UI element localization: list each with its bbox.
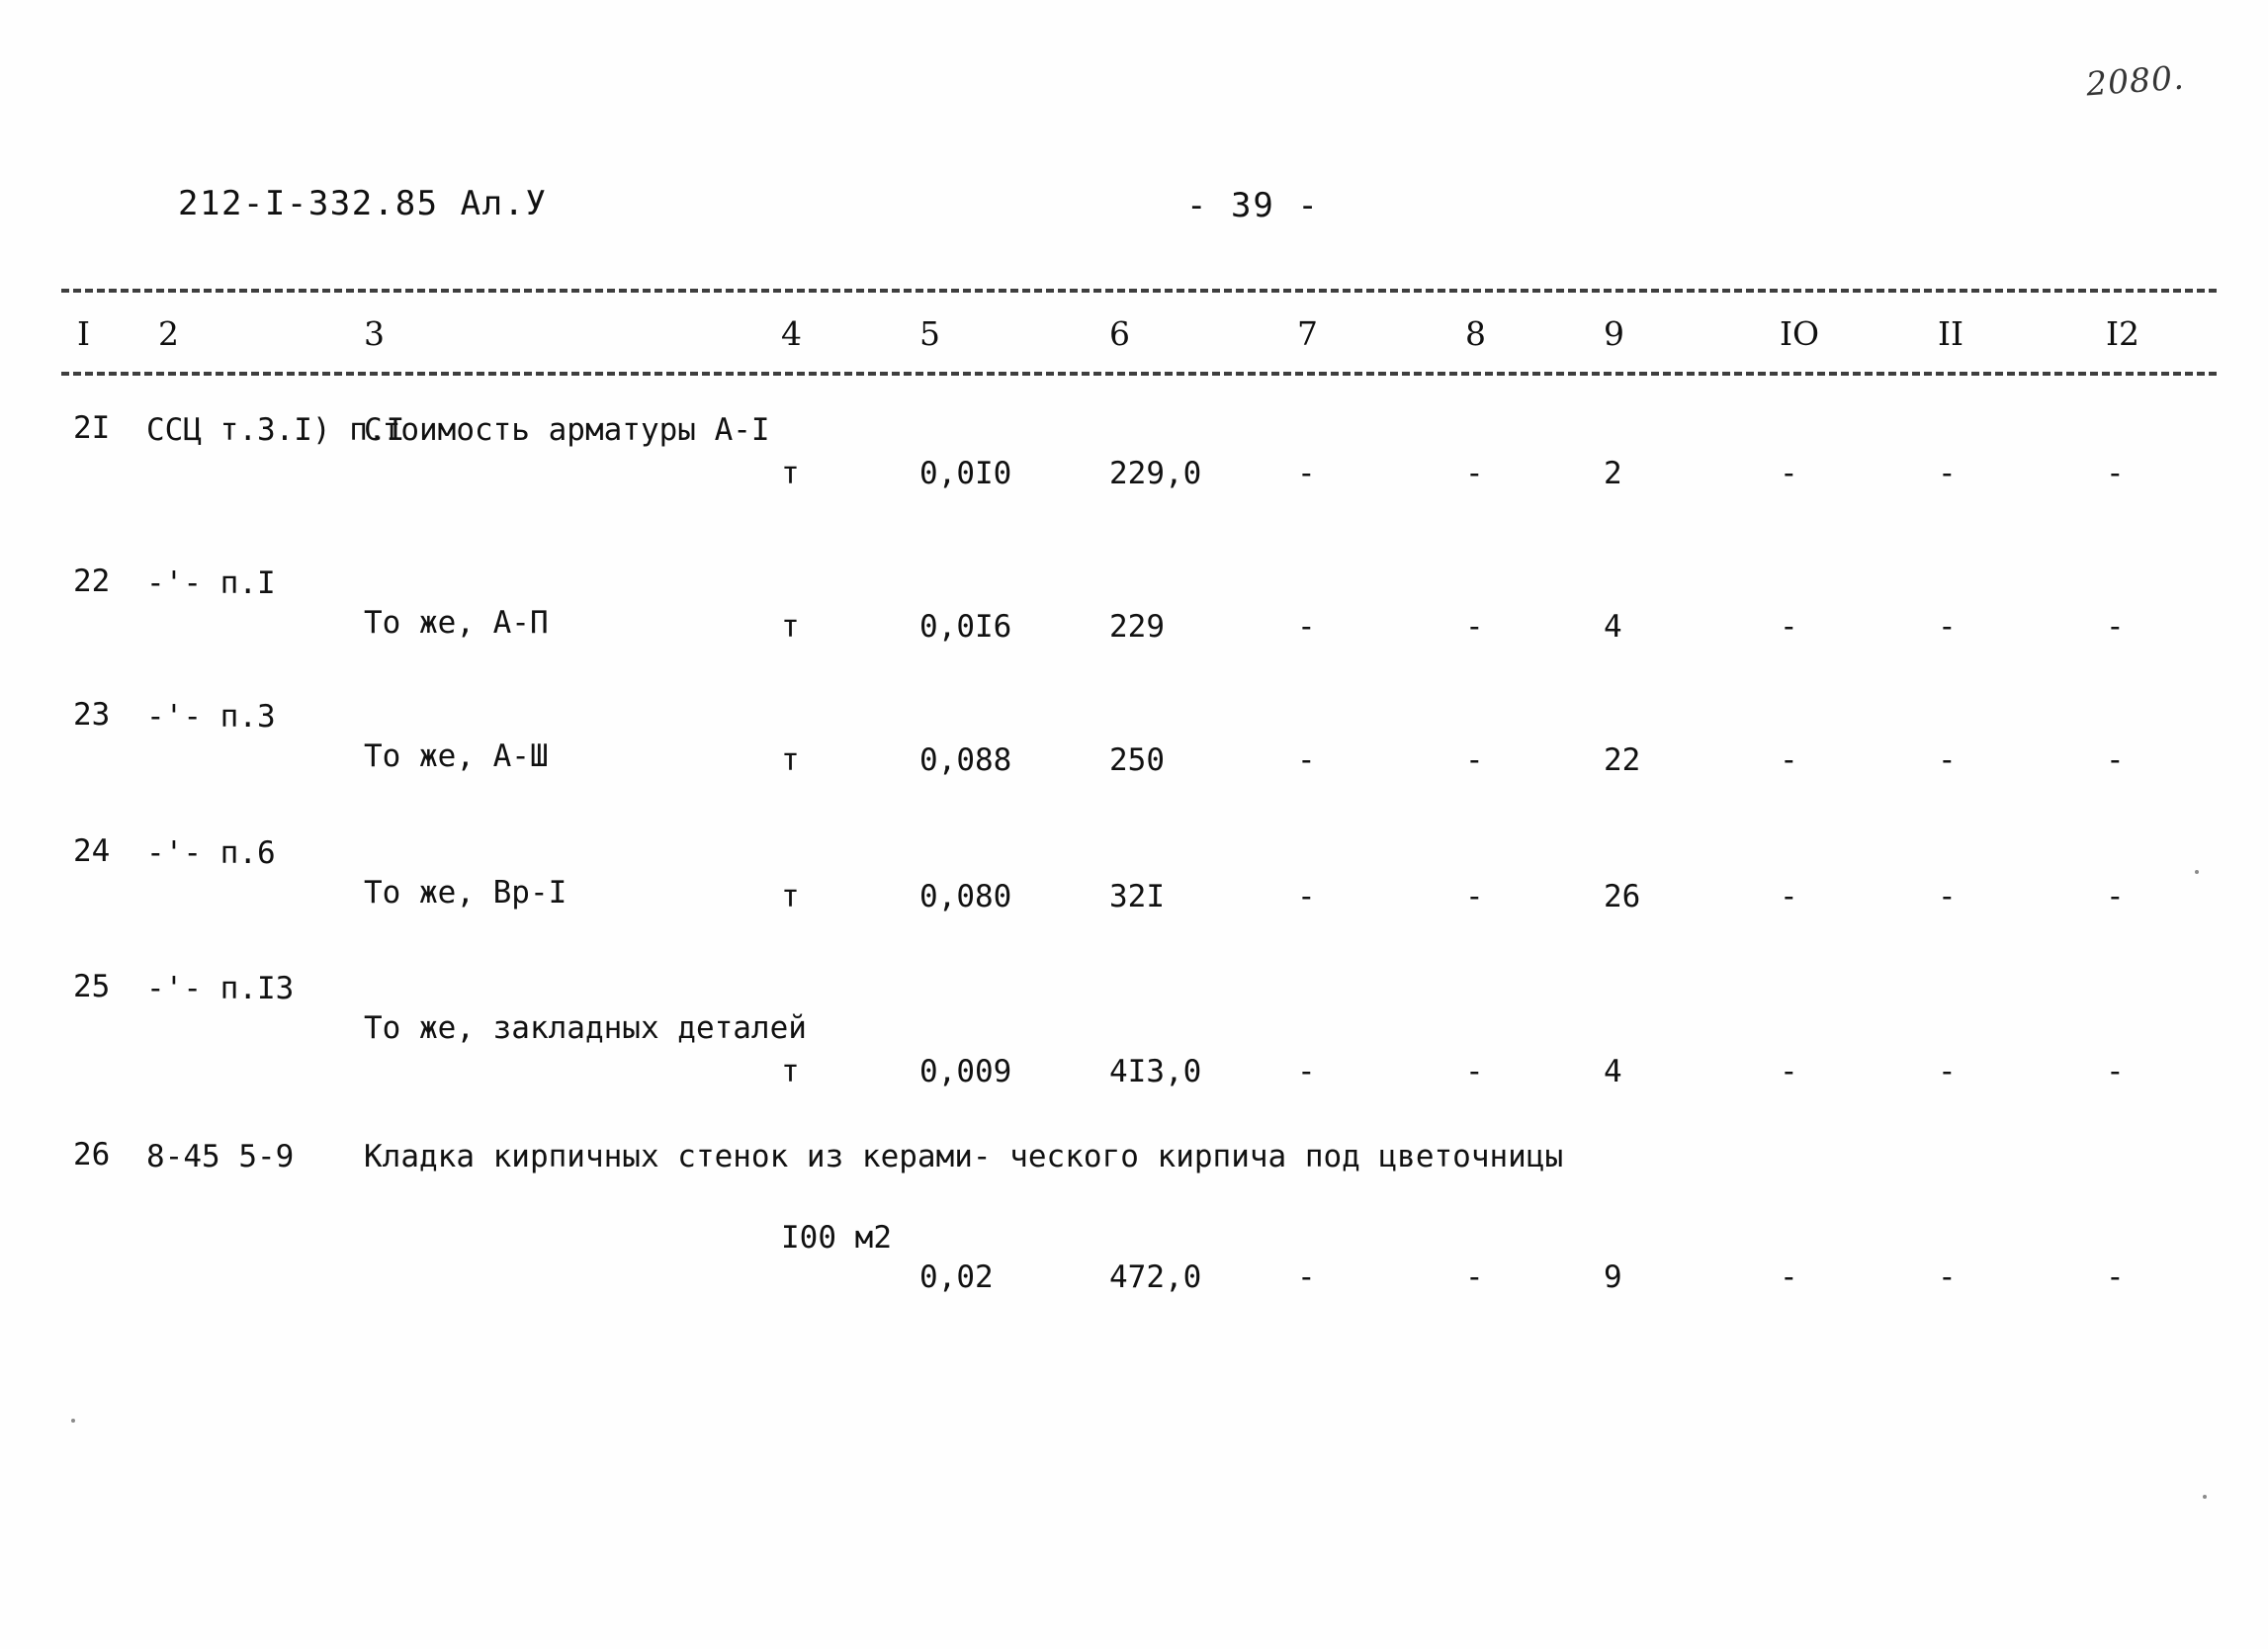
- row-value-col10: -: [1780, 456, 1798, 491]
- row-value-col12: -: [2106, 609, 2125, 645]
- column-number-11: II: [1938, 314, 1964, 353]
- row-description: То же, А-Ш: [364, 738, 549, 774]
- row-unit: I00 м2: [781, 1220, 892, 1256]
- row-value-col8: -: [1465, 609, 1484, 645]
- row-unit: т: [781, 609, 800, 645]
- table-header: I 2 3 4 5 6 7 8 9 IO II I2: [61, 279, 2217, 397]
- row-value-col9: 22: [1604, 742, 1641, 778]
- column-number-12: I2: [2106, 314, 2140, 353]
- row-value-col11: -: [1938, 609, 1957, 645]
- row-unit: т: [781, 879, 800, 914]
- column-number-3: 3: [364, 314, 385, 353]
- column-number-6: 6: [1109, 314, 1130, 353]
- row-value-col6: 32I: [1109, 879, 1165, 914]
- row-value-col11: -: [1938, 879, 1957, 914]
- row-description: То же, закладных деталей: [364, 1010, 807, 1046]
- row-value-col10: -: [1780, 879, 1798, 914]
- row-value-col9: 4: [1604, 1054, 1622, 1089]
- row-value-col9: 4: [1604, 609, 1622, 645]
- row-description: То же, А-П: [364, 605, 549, 641]
- row-number: 22: [73, 564, 111, 599]
- row-value-col9: 2: [1604, 456, 1622, 491]
- row-number: 2I: [73, 410, 111, 446]
- row-description: То же, Вр-I: [364, 875, 567, 911]
- row-code: 8-45 5-9: [146, 1139, 295, 1174]
- column-number-4: 4: [781, 314, 802, 353]
- row-value-col8: -: [1465, 742, 1484, 778]
- row-code: -'- п.I3: [146, 971, 295, 1006]
- row-value-col7: -: [1297, 879, 1316, 914]
- row-unit: т: [781, 1054, 800, 1089]
- column-number-10: IO: [1780, 314, 1820, 353]
- document-page: 2080. 212-I-332.85 Ал.У - 39 - I23456789…: [0, 0, 2268, 1649]
- row-value-col5: 0,02: [919, 1259, 994, 1295]
- page-number: - 39 -: [1186, 186, 1320, 225]
- row-value-col11: -: [1938, 1054, 1957, 1089]
- row-value-col5: 0,080: [919, 879, 1012, 914]
- row-value-col11: -: [1938, 456, 1957, 491]
- row-value-col7: -: [1297, 742, 1316, 778]
- row-value-col10: -: [1780, 609, 1798, 645]
- row-value-col5: 0,0I6: [919, 609, 1012, 645]
- row-description: Кладка кирпичных стенок из керами- ческо…: [364, 1139, 1564, 1174]
- row-code: -'- п.3: [146, 699, 276, 735]
- row-value-col11: -: [1938, 1259, 1957, 1295]
- row-value-col12: -: [2106, 879, 2125, 914]
- row-number: 26: [73, 1137, 111, 1172]
- scan-speck: [2203, 1495, 2207, 1499]
- column-number-2: 2: [158, 314, 179, 353]
- row-value-col8: -: [1465, 879, 1484, 914]
- row-value-col9: 26: [1604, 879, 1641, 914]
- table-rule-top: [61, 289, 2217, 293]
- row-value-col6: 250: [1109, 742, 1165, 778]
- handwritten-annotation: 2080.: [2084, 57, 2186, 104]
- row-value-col7: -: [1297, 456, 1316, 491]
- row-value-col8: -: [1465, 456, 1484, 491]
- row-unit: т: [781, 456, 800, 491]
- row-unit: т: [781, 742, 800, 778]
- row-value-col12: -: [2106, 1054, 2125, 1089]
- row-number: 23: [73, 697, 111, 733]
- row-value-col8: -: [1465, 1054, 1484, 1089]
- row-value-col5: 0,009: [919, 1054, 1012, 1089]
- scan-speck: [2195, 870, 2199, 874]
- row-value-col11: -: [1938, 742, 1957, 778]
- row-value-col12: -: [2106, 456, 2125, 491]
- row-number: 24: [73, 833, 111, 869]
- row-value-col10: -: [1780, 742, 1798, 778]
- row-value-col8: -: [1465, 1259, 1484, 1295]
- scan-speck: [71, 1419, 75, 1423]
- row-value-col10: -: [1780, 1259, 1798, 1295]
- row-code: -'- п.I: [146, 565, 276, 601]
- row-value-col6: 229,0: [1109, 456, 1202, 491]
- column-number-7: 7: [1297, 314, 1318, 353]
- row-value-col5: 0,0I0: [919, 456, 1012, 491]
- row-value-col7: -: [1297, 1054, 1316, 1089]
- row-value-col12: -: [2106, 1259, 2125, 1295]
- row-value-col6: 229: [1109, 609, 1165, 645]
- row-value-col10: -: [1780, 1054, 1798, 1089]
- column-number-5: 5: [919, 314, 940, 353]
- column-number-8: 8: [1465, 314, 1486, 353]
- column-number-9: 9: [1604, 314, 1624, 353]
- row-number: 25: [73, 969, 111, 1004]
- table-rule-bottom: [61, 372, 2217, 376]
- row-value-col7: -: [1297, 1259, 1316, 1295]
- row-value-col9: 9: [1604, 1259, 1622, 1295]
- row-value-col5: 0,088: [919, 742, 1012, 778]
- row-value-col12: -: [2106, 742, 2125, 778]
- column-number-1: I: [77, 314, 91, 353]
- row-value-col7: -: [1297, 609, 1316, 645]
- row-value-col6: 472,0: [1109, 1259, 1202, 1295]
- row-code: -'- п.6: [146, 835, 276, 871]
- row-value-col6: 4I3,0: [1109, 1054, 1202, 1089]
- document-code: 212-I-332.85 Ал.У: [178, 184, 548, 223]
- row-description: Стоимость арматуры А-I: [364, 412, 770, 448]
